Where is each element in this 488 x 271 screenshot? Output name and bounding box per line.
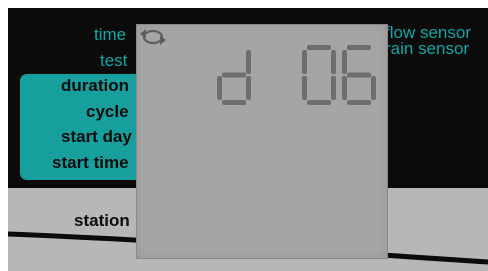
cycle-icon [140,29,166,45]
label-duration: duration [61,76,129,95]
controller-faceplate: time test flow sensor rain sensor durati… [8,8,488,271]
lcd-digit [302,45,336,105]
lcd-display [136,24,388,259]
label-rain-sensor: rain sensor [385,39,470,58]
lcd-digit [342,45,376,105]
label-station: station [74,211,130,230]
controller-photo: time test flow sensor rain sensor durati… [0,0,488,271]
label-test: test [100,51,128,70]
label-start-day: start day [61,127,132,146]
lcd-digits [217,45,376,105]
label-start-time: start time [52,153,129,172]
label-cycle: cycle [86,102,129,121]
lcd-digit [217,50,251,105]
label-time: time [94,25,127,44]
